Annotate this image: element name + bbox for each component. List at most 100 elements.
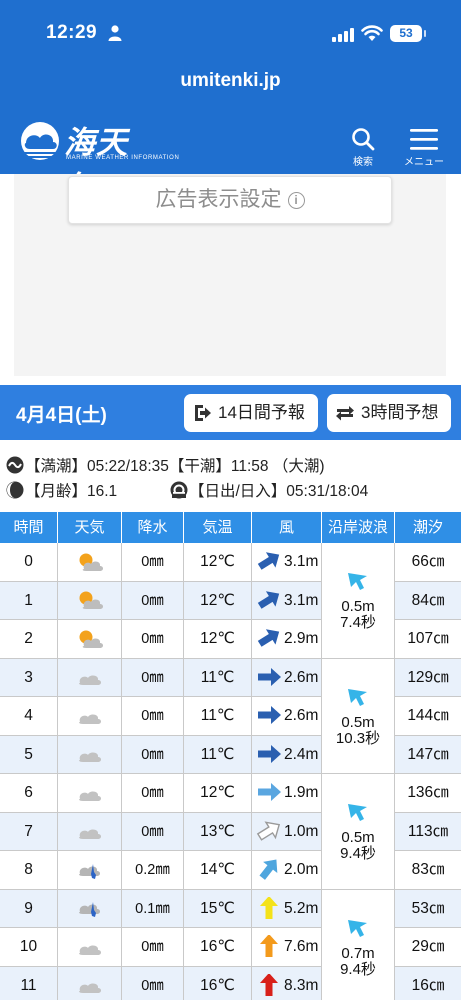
wind-arrow-icon [258, 783, 281, 801]
search-icon [352, 128, 375, 151]
weather-cell [58, 966, 122, 1000]
rain-cell: 0㎜ [122, 812, 184, 851]
fourteen-day-label: 14日間予報 [218, 403, 305, 422]
wind-cell: 3.1m [252, 581, 322, 620]
header-waves: 沿岸波浪 [322, 512, 395, 543]
weather-cell [58, 658, 122, 697]
ad-settings-label: 広告表示設定 [155, 188, 282, 211]
weather-cell [58, 543, 122, 582]
status-time: 12:29 [46, 22, 98, 43]
tide-cell: 147㎝ [395, 735, 461, 774]
temp-cell: 15℃ [184, 889, 252, 928]
wind-speed: 3.1m [284, 591, 319, 609]
search-label: 検索 [353, 157, 373, 168]
weather-cell [58, 928, 122, 967]
wave-block: 0.5m 10.3秒 [322, 658, 395, 774]
cloudy-icon [78, 945, 101, 955]
moon-age: 【月齢】16.1 [6, 479, 117, 501]
wind-arrow-icon [260, 896, 278, 919]
hour-cell: 10 [0, 928, 58, 967]
wind-cell: 1.9m [252, 774, 322, 813]
cloudy-icon [78, 675, 101, 686]
weather-cell [58, 620, 122, 659]
wind-speed: 2.4m [284, 745, 319, 763]
rain-cell: 0㎜ [122, 697, 184, 736]
hour-cell: 11 [0, 966, 58, 1000]
weather-cell [58, 697, 122, 736]
tide-cell: 16㎝ [395, 966, 461, 1000]
rain-cell: 0㎜ [122, 966, 184, 1000]
wind-speed: 1.0m [284, 822, 319, 840]
swap-arrows-icon [336, 406, 354, 421]
search-button[interactable]: 検索 [345, 127, 381, 168]
status-bar: 12:29 53 [0, 0, 461, 64]
rain-cell: 0㎜ [122, 581, 184, 620]
wind-arrow-icon [257, 590, 280, 609]
wind-speed: 2.0m [284, 861, 319, 878]
wind-cell: 3.1m [252, 543, 322, 582]
hour-cell: 9 [0, 889, 58, 928]
wave-height: 0.5m [341, 829, 375, 846]
rain-cell: 0㎜ [122, 658, 184, 697]
wind-speed: 3.1m [284, 553, 319, 570]
tide-cell: 53㎝ [395, 889, 461, 928]
wind-arrow-icon [257, 552, 280, 570]
wave-period: 9.4秒 [340, 960, 376, 978]
weather-cell [58, 889, 122, 928]
tide-cell: 136㎝ [395, 774, 461, 813]
tide-cell: 129㎝ [395, 658, 461, 697]
wifi-icon [361, 25, 383, 41]
wave-period: 9.4秒 [340, 845, 376, 862]
tide-cell: 83㎝ [395, 851, 461, 890]
site-header: 12:29 53 umitenki.jp 海天気.JP MARINE WEATH… [0, 0, 461, 205]
info-icon: i [287, 192, 305, 209]
header-wind: 風 [252, 512, 322, 543]
browser-url[interactable]: umitenki.jp [0, 70, 461, 92]
hamburger-icon [410, 129, 438, 150]
temp-cell: 16℃ [184, 966, 252, 1000]
three-hour-label: 3時間予想 [361, 403, 439, 422]
wind-speed: 7.6m [284, 938, 319, 955]
wave-direction-icon [348, 688, 367, 706]
temp-cell: 12℃ [184, 774, 252, 813]
sunrise-sunset-text: 【日出/日入】05:31/18:04 [189, 483, 369, 500]
wind-speed: 2.6m [284, 707, 319, 724]
rain-cloud-icon [78, 863, 100, 879]
three-hour-forecast-button[interactable]: 3時間予想 [327, 394, 451, 432]
site-logo[interactable]: 海天気.JP MARINE WEATHER INFORMATION [18, 121, 198, 205]
temp-cell: 11℃ [184, 697, 252, 736]
tide-cell: 84㎝ [395, 581, 461, 620]
hour-cell: 1 [0, 581, 58, 620]
rain-cell: 0㎜ [122, 543, 184, 582]
menu-label: メニュー [404, 157, 444, 168]
wind-cell: 2.6m [252, 697, 322, 736]
fourteen-day-forecast-button[interactable]: 14日間予報 [184, 394, 318, 432]
moon-icon [6, 481, 24, 499]
wind-cell: 2.0m [252, 851, 322, 890]
cloudy-icon [78, 983, 101, 994]
ad-settings-button[interactable]: 広告表示設定 i [68, 176, 392, 224]
wind-arrow-icon [257, 629, 280, 647]
rain-cell: 0.2㎜ [122, 851, 184, 890]
tide-cell: 113㎝ [395, 812, 461, 851]
ad-area: 広告表示設定 i [14, 174, 446, 376]
enter-arrow-icon [195, 405, 211, 421]
temp-cell: 12℃ [184, 581, 252, 620]
wind-speed: 1.9m [284, 784, 319, 801]
person-icon [108, 25, 122, 41]
wind-cell: 2.4m [252, 735, 322, 774]
hour-cell: 8 [0, 851, 58, 890]
hour-cell: 2 [0, 620, 58, 659]
rain-cell: 0㎜ [122, 620, 184, 659]
cloudy-icon [78, 791, 101, 801]
menu-button[interactable]: メニュー [404, 127, 444, 168]
date-bar: 4月4日(土) 14日間予報 3時間予想 [0, 385, 461, 440]
cellular-signal-icon [332, 28, 354, 42]
wind-cell: 7.6m [252, 928, 322, 967]
rain-cell: 0.1㎜ [122, 889, 184, 928]
logo-subtext: MARINE WEATHER INFORMATION [66, 155, 180, 161]
wind-arrow-icon [256, 820, 281, 841]
wave-direction-icon [348, 573, 367, 590]
wind-arrow-icon [258, 744, 281, 763]
partly-cloudy-icon [79, 630, 103, 648]
